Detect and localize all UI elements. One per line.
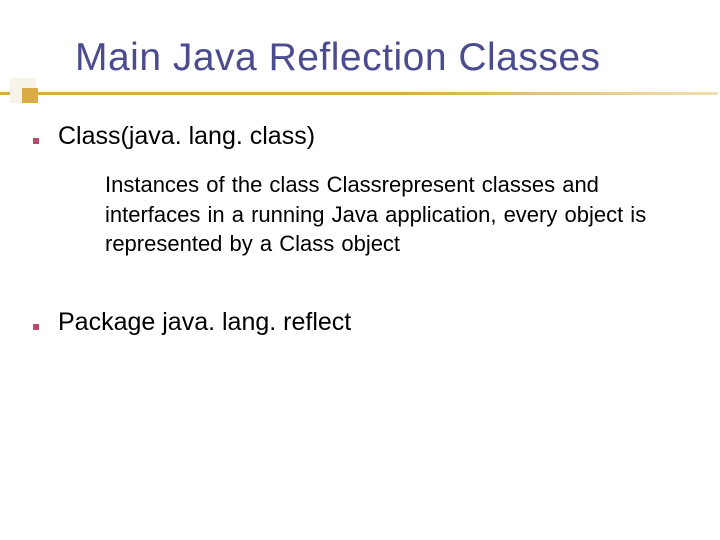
slide-title: Main Java Reflection Classes xyxy=(75,36,601,79)
title-underline xyxy=(0,92,718,95)
slide-title-block: Main Java Reflection Classes xyxy=(75,36,601,80)
decorative-square-inner xyxy=(22,88,38,103)
bullet-icon xyxy=(33,324,39,330)
section-heading-1: Class(java. lang. class) xyxy=(58,122,315,151)
section-body-1: Instances of the class Classrepresent cl… xyxy=(105,170,665,259)
section-heading-2: Package java. lang. reflect xyxy=(58,308,351,337)
bullet-icon xyxy=(33,138,39,144)
